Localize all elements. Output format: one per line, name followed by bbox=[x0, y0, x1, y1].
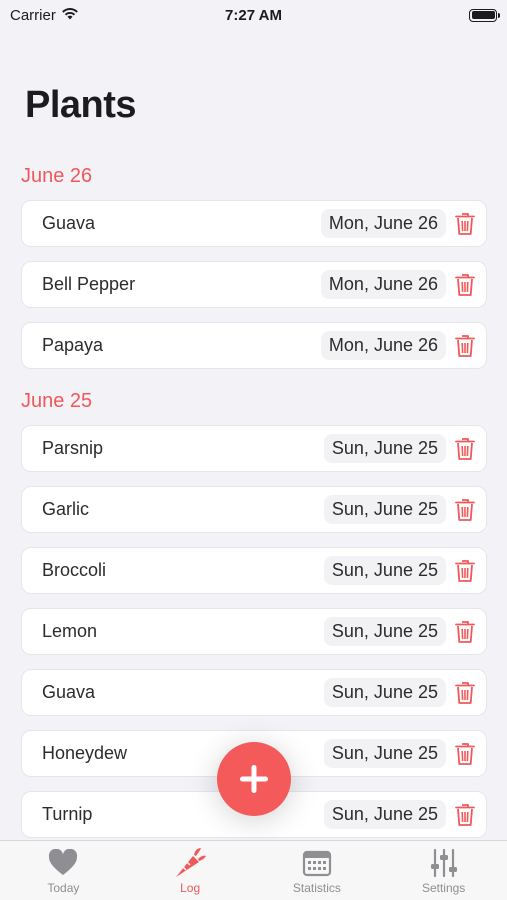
trash-icon[interactable] bbox=[454, 333, 476, 359]
date-badge[interactable]: Mon, June 26 bbox=[320, 209, 446, 238]
list-item[interactable]: Broccoli Sun, June 25 bbox=[21, 547, 487, 594]
heart-icon bbox=[48, 847, 78, 879]
trash-icon[interactable] bbox=[454, 211, 476, 237]
plant-name: Garlic bbox=[42, 499, 90, 519]
section-header: June 26 bbox=[21, 165, 93, 187]
carrot-icon bbox=[173, 847, 207, 879]
plant-name: Lemon bbox=[42, 621, 98, 641]
sliders-icon bbox=[429, 847, 459, 879]
plant-name: Papaya bbox=[42, 335, 104, 355]
tab-label: Statistics bbox=[292, 881, 341, 895]
list-item[interactable]: Lemon Sun, June 25 bbox=[21, 608, 487, 655]
trash-icon[interactable] bbox=[454, 741, 476, 767]
tab-label: Log bbox=[180, 881, 201, 895]
plant-name: Bell Pepper bbox=[42, 274, 136, 294]
status-bar: Carrier 7:27 AM bbox=[0, 0, 507, 30]
tab-statistics[interactable]: Statistics bbox=[254, 841, 381, 900]
tab-log[interactable]: Log bbox=[127, 841, 254, 900]
list-item[interactable]: Guava Sun, June 25 bbox=[21, 669, 487, 716]
date-badge[interactable]: Sun, June 25 bbox=[323, 495, 446, 524]
date-badge[interactable]: Mon, June 26 bbox=[320, 331, 446, 360]
list-item[interactable]: Parsnip Sun, June 25 bbox=[21, 425, 487, 472]
plant-name: Guava bbox=[42, 682, 96, 702]
date-badge[interactable]: Sun, June 25 bbox=[323, 800, 446, 829]
date-badge[interactable]: Sun, June 25 bbox=[323, 556, 446, 585]
list-item[interactable]: Bell Pepper Mon, June 26 bbox=[21, 261, 487, 308]
date-badge[interactable]: Mon, June 26 bbox=[320, 270, 446, 299]
tab-label: Today bbox=[47, 881, 80, 895]
list-item[interactable]: Garlic Sun, June 25 bbox=[21, 486, 487, 533]
tab-bar: Today Log Statistics Settings bbox=[0, 840, 507, 900]
plus-icon bbox=[240, 765, 268, 793]
date-badge[interactable]: Sun, June 25 bbox=[323, 678, 446, 707]
trash-icon[interactable] bbox=[454, 497, 476, 523]
carrier-label: Carrier bbox=[10, 6, 56, 24]
list-item[interactable]: Guava Mon, June 26 bbox=[21, 200, 487, 247]
section-header: June 25 bbox=[21, 390, 93, 412]
calendar-icon bbox=[302, 847, 332, 879]
trash-icon[interactable] bbox=[454, 619, 476, 645]
date-badge[interactable]: Sun, June 25 bbox=[323, 617, 446, 646]
plant-name: Guava bbox=[42, 213, 96, 233]
page-title: Plants bbox=[25, 84, 137, 126]
tab-settings[interactable]: Settings bbox=[380, 841, 507, 900]
status-left: Carrier bbox=[10, 7, 79, 24]
wifi-icon bbox=[61, 7, 79, 24]
add-plant-button[interactable] bbox=[217, 742, 291, 816]
date-badge[interactable]: Sun, June 25 bbox=[323, 739, 446, 768]
trash-icon[interactable] bbox=[454, 272, 476, 298]
trash-icon[interactable] bbox=[454, 558, 476, 584]
tab-label: Settings bbox=[421, 881, 466, 895]
plant-name: Parsnip bbox=[42, 438, 104, 458]
trash-icon[interactable] bbox=[454, 802, 476, 828]
trash-icon[interactable] bbox=[454, 436, 476, 462]
plant-name: Turnip bbox=[42, 804, 93, 824]
tab-today[interactable]: Today bbox=[0, 841, 127, 900]
trash-icon[interactable] bbox=[454, 680, 476, 706]
date-badge[interactable]: Sun, June 25 bbox=[323, 434, 446, 463]
plant-name: Broccoli bbox=[42, 560, 107, 580]
list-item[interactable]: Papaya Mon, June 26 bbox=[21, 322, 487, 369]
battery-icon bbox=[469, 8, 500, 22]
